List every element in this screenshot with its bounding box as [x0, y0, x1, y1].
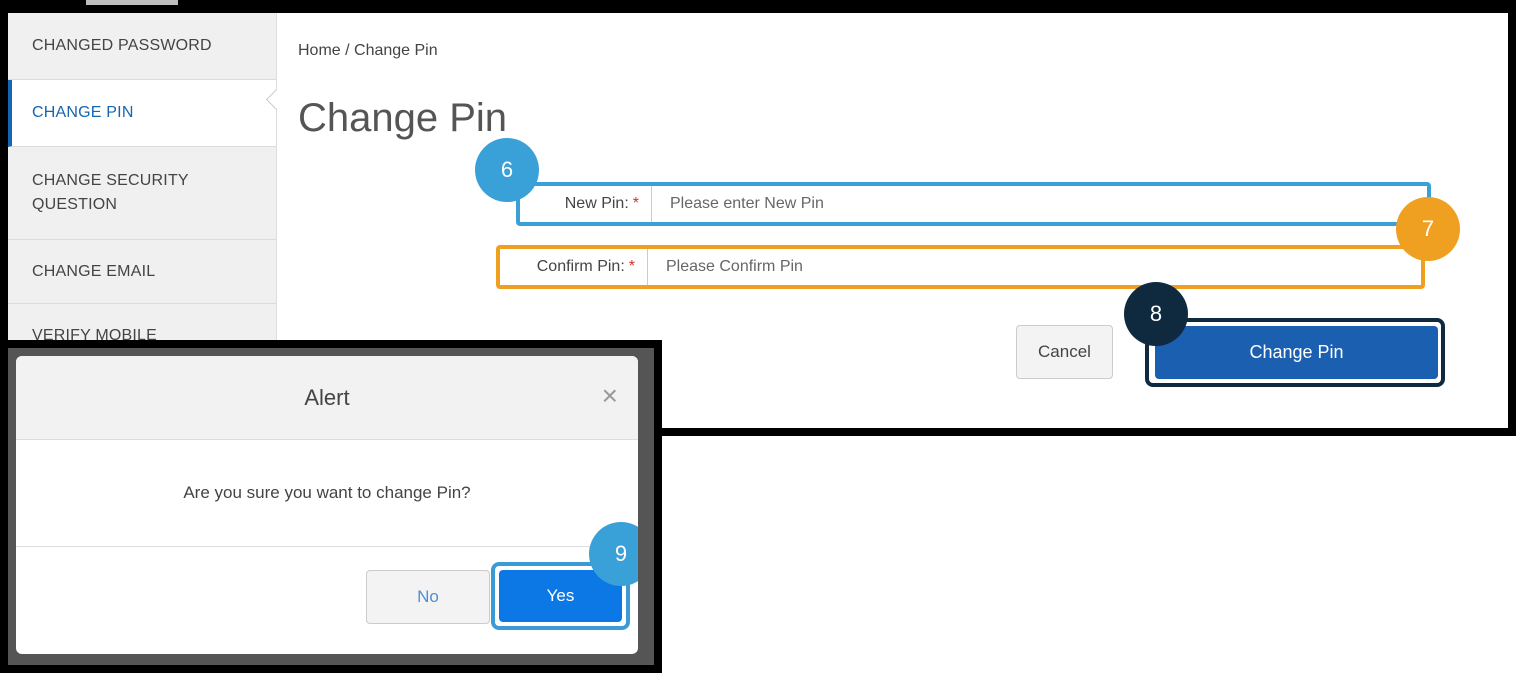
alert-dialog-frame: Alert × Are you sure you want to change …: [0, 340, 662, 673]
new-pin-input[interactable]: [652, 186, 1427, 222]
sidebar-item-change-email[interactable]: CHANGE EMAIL: [8, 240, 276, 304]
step-marker-8: 8: [1124, 282, 1188, 346]
change-pin-button[interactable]: Change Pin: [1155, 326, 1438, 379]
sidebar-item-changed-password[interactable]: CHANGED PASSWORD: [8, 13, 276, 80]
sidebar-item-label: CHANGE SECURITY QUESTION: [32, 172, 189, 213]
no-button[interactable]: No: [366, 570, 490, 624]
top-tab: [86, 0, 178, 5]
page-title: Change Pin: [298, 96, 508, 140]
confirm-pin-label: Confirm Pin: *: [500, 249, 648, 285]
confirm-pin-input[interactable]: [648, 249, 1421, 285]
confirm-pin-label-text: Confirm Pin:: [536, 258, 625, 275]
close-icon[interactable]: ×: [602, 380, 618, 412]
breadcrumb: Home / Change Pin: [298, 42, 438, 59]
step-marker-7: 7: [1396, 197, 1460, 261]
dialog-message: Are you sure you want to change Pin?: [16, 440, 638, 547]
step-marker-6: 6: [475, 138, 539, 202]
new-pin-row: New Pin: *: [516, 182, 1431, 226]
sidebar-item-change-pin[interactable]: CHANGE PIN: [8, 80, 276, 147]
sidebar-item-change-security-question[interactable]: CHANGE SECURITY QUESTION: [8, 147, 276, 240]
sidebar-item-label: CHANGE PIN: [32, 104, 134, 121]
new-pin-label: New Pin: *: [520, 186, 652, 222]
required-mark: *: [628, 258, 635, 275]
dialog-title: Alert: [304, 384, 350, 410]
new-pin-label-text: New Pin:: [564, 195, 629, 212]
top-bar: [8, 0, 1508, 13]
alert-dialog: Alert × Are you sure you want to change …: [16, 356, 638, 654]
dialog-header: Alert ×: [16, 356, 638, 440]
sidebar-item-label: CHANGED PASSWORD: [32, 37, 212, 54]
required-mark: *: [632, 195, 639, 212]
confirm-pin-row: Confirm Pin: *: [496, 245, 1425, 289]
cancel-button[interactable]: Cancel: [1016, 325, 1113, 379]
sidebar-item-label: CHANGE EMAIL: [32, 262, 156, 280]
